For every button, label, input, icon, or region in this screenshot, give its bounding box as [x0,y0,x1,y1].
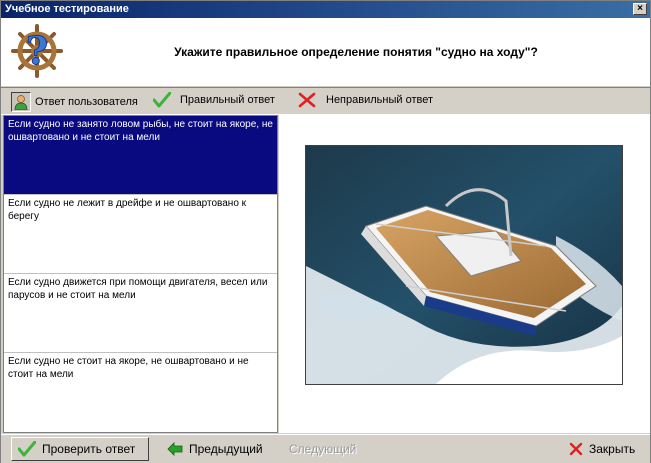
window-title: Учебное тестирование [5,3,129,15]
question-text: Укажите правильное определение понятия "… [174,45,538,59]
ship-wheel-question-icon: ? [11,24,63,78]
green-check-icon [153,92,171,108]
bottom-toolbar: Проверить ответ Предыдущий Следующий Зак… [1,434,650,463]
red-cross-icon [569,442,583,456]
boat-photo [305,145,623,385]
check-answer-label: Проверить ответ [42,442,136,456]
previous-button[interactable]: Предыдущий [167,437,263,461]
red-cross-icon [298,92,316,108]
legend-wrong-answer: Неправильный ответ [298,92,433,108]
legend-correct-answer-label: Правильный ответ [180,94,275,106]
svg-text:?: ? [26,28,48,73]
legend-correct-answer: Правильный ответ [153,92,275,108]
close-label: Закрыть [589,442,636,456]
answer-option-4[interactable]: Если судно не стоит на якоре, не ошварто… [4,353,277,432]
previous-label: Предыдущий [189,442,263,456]
next-label: Следующий [289,442,357,456]
green-arrow-left-icon [167,442,183,456]
title-bar: Учебное тестирование × [1,1,650,18]
app-window: Учебное тестирование × ? Укажите правиль… [0,0,651,463]
legend-user-answer: Ответ пользователя [11,92,138,112]
legend-user-answer-label: Ответ пользователя [35,96,138,108]
green-check-icon [18,441,36,457]
illustration-panel [279,115,650,433]
question-header: ? Укажите правильное определение понятия… [1,18,650,86]
close-button[interactable]: Закрыть [569,437,635,461]
legend-wrong-answer-label: Неправильный ответ [326,94,433,106]
user-icon [11,92,31,112]
legend-bar: Ответ пользователя Правильный ответ Непр… [1,87,650,115]
check-answer-button[interactable]: Проверить ответ [11,437,149,461]
answer-option-1[interactable]: Если судно не занято ловом рыбы, не стои… [4,116,277,195]
next-button[interactable]: Следующий [289,437,356,461]
answer-list: Если судно не занято ловом рыбы, не стои… [3,115,278,433]
answer-option-3[interactable]: Если судно движется при помощи двигателя… [4,274,277,353]
window-close-button[interactable]: × [633,3,647,15]
answer-option-2[interactable]: Если судно не лежит в дрейфе и не ошварт… [4,195,277,274]
